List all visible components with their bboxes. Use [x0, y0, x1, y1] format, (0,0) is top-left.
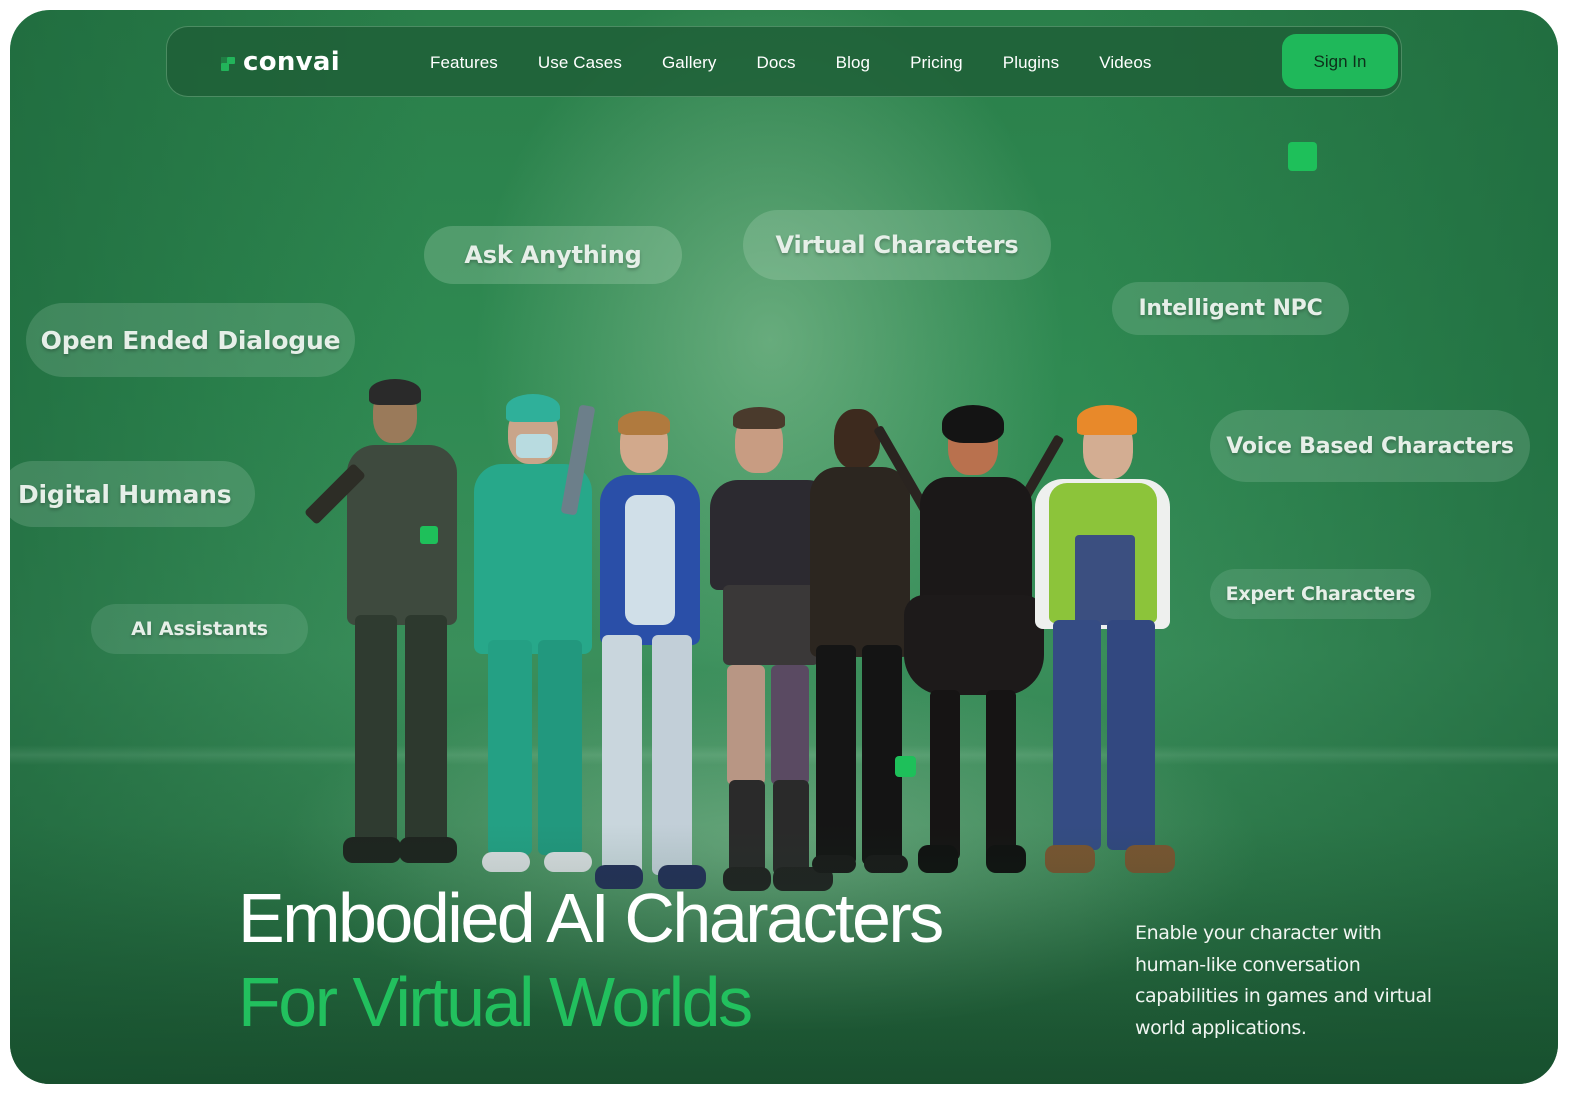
hero-headline: Embodied AI Characters For Virtual World…: [238, 876, 944, 1044]
character-scifi: [560, 404, 720, 890]
sign-in-button[interactable]: Sign In: [1282, 34, 1398, 89]
tag-voice-based-characters: Voice Based Characters: [1210, 410, 1530, 482]
brand-logo[interactable]: convai: [219, 47, 340, 77]
character-nurse: [460, 390, 600, 880]
headline-accent: For Virtual Worlds: [238, 963, 753, 1041]
hero-section: Ask Anything Virtual Characters Intellig…: [10, 10, 1558, 1084]
top-navbar: convai Features Use Cases Gallery Docs B…: [166, 26, 1402, 97]
nav-link-use-cases[interactable]: Use Cases: [538, 53, 622, 73]
nav-links: Features Use Cases Gallery Docs Blog Pri…: [430, 27, 1192, 98]
nav-link-blog[interactable]: Blog: [836, 53, 870, 73]
character-punk: [705, 405, 845, 895]
decorative-square: [1288, 142, 1317, 171]
nav-link-plugins[interactable]: Plugins: [1003, 53, 1059, 73]
brand-name: convai: [243, 47, 340, 77]
tag-intelligent-npc: Intelligent NPC: [1112, 282, 1349, 335]
nav-link-features[interactable]: Features: [430, 53, 498, 73]
nav-link-docs[interactable]: Docs: [757, 53, 796, 73]
character-casual: [800, 405, 920, 885]
nav-link-videos[interactable]: Videos: [1099, 53, 1151, 73]
floor-horizon: [10, 745, 1558, 765]
nav-link-pricing[interactable]: Pricing: [910, 53, 963, 73]
tag-digital-humans: Digital Humans: [10, 461, 255, 527]
character-ninja: [873, 405, 1065, 885]
tag-open-ended-dialogue: Open Ended Dialogue: [26, 303, 355, 377]
tag-expert-characters: Expert Characters: [1210, 569, 1431, 619]
tag-ask-anything: Ask Anything: [424, 226, 682, 284]
decorative-square: [895, 756, 916, 777]
hero-description: Enable your character with human-like co…: [1135, 922, 1432, 1039]
headline-primary: Embodied AI Characters: [238, 879, 944, 957]
convai-logo-icon: [219, 53, 237, 71]
decorative-square: [420, 526, 438, 544]
nav-link-gallery[interactable]: Gallery: [662, 53, 717, 73]
tag-ai-assistants: AI Assistants: [91, 604, 308, 654]
tag-virtual-characters: Virtual Characters: [743, 210, 1051, 280]
